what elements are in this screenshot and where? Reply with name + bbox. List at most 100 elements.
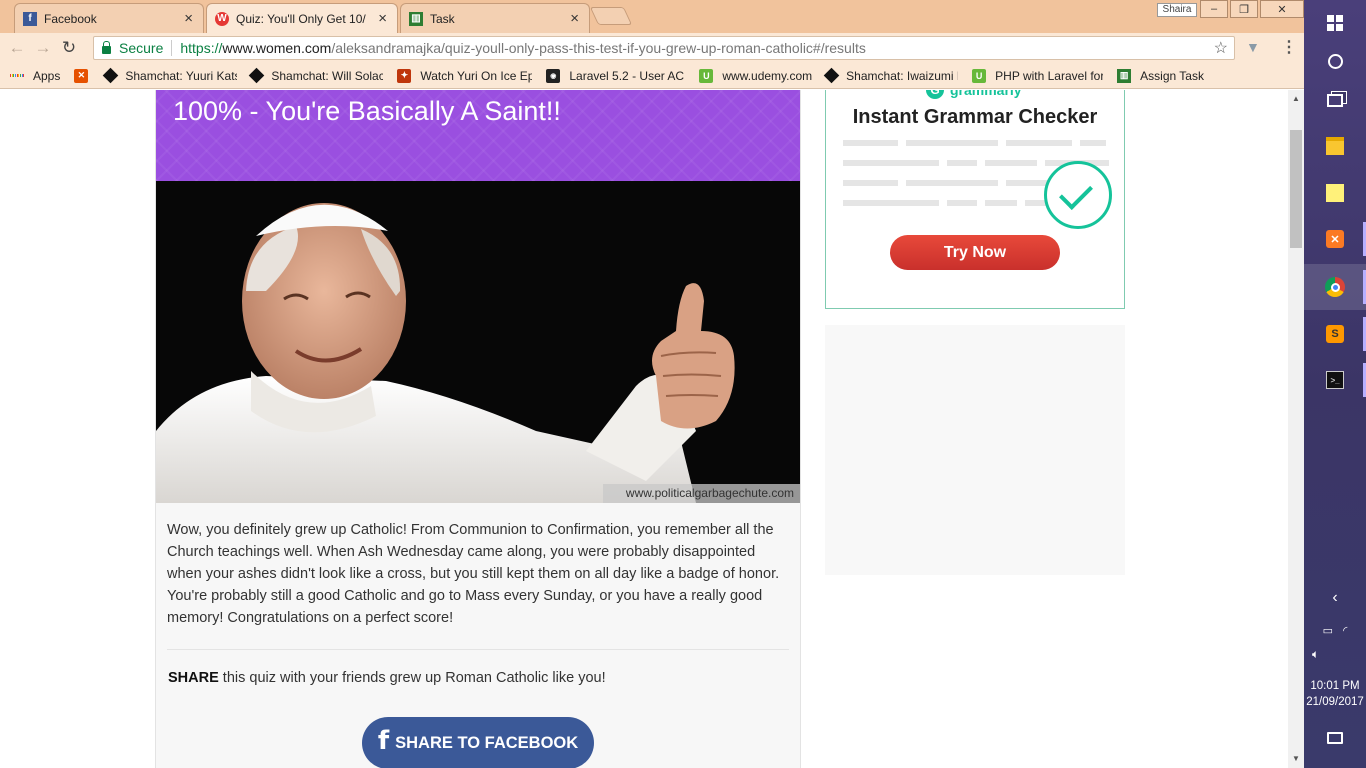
scroll-thumb[interactable] — [1290, 130, 1302, 248]
shamchat-icon — [823, 67, 840, 84]
forward-button[interactable]: → — [30, 35, 56, 61]
scroll-down-icon[interactable]: ▼ — [1288, 752, 1304, 766]
grammarly-logo: G grammarly — [926, 90, 1022, 99]
result-header: 100% - You're Basically A Saint!! — [156, 90, 800, 181]
task-icon: ▥ — [1117, 68, 1132, 83]
sticky-notes-icon[interactable] — [1304, 170, 1366, 216]
command-prompt-icon[interactable]: >_ — [1304, 357, 1366, 403]
clock-date: 21/09/2017 — [1306, 696, 1364, 708]
clock-time: 10:01 PM — [1310, 680, 1360, 692]
bookmark-yuri-on-ice[interactable]: ✦ Watch Yuri On Ice Ep — [397, 68, 533, 83]
reload-button[interactable]: ↻ — [56, 35, 82, 61]
xampp-icon[interactable]: ✕ — [1304, 216, 1366, 262]
file-explorer-icon[interactable] — [1304, 123, 1366, 169]
chrome-icon[interactable] — [1304, 264, 1366, 310]
tab-title: Task — [430, 11, 455, 26]
bookmark-label: Assign Task — [1140, 68, 1204, 83]
share-button-label: SHARE TO FACEBOOK — [395, 733, 579, 752]
action-center-icon[interactable] — [1304, 716, 1366, 760]
bookmark-label: Shamchat: Yuuri Kats — [125, 68, 238, 83]
apps-grid-icon — [9, 69, 25, 83]
tab-title: Facebook — [44, 11, 97, 26]
url-path: /aleksandramajka/quiz-youll-only-pass-th… — [331, 40, 866, 56]
facebook-icon: f — [377, 726, 390, 756]
ad-placeholder — [825, 325, 1125, 575]
task-icon: ▥ — [409, 11, 423, 26]
back-button[interactable]: ← — [4, 35, 30, 61]
bookmark-shamchat-3[interactable]: Shamchat: Iwaizumi H — [823, 67, 959, 84]
facebook-icon: f — [23, 11, 37, 26]
bookmark-shamchat-2[interactable]: Shamchat: Will Solac — [249, 67, 384, 84]
bookmark-shamchat-yuuri[interactable]: ✕ — [74, 68, 97, 83]
grammarly-icon: G — [926, 90, 944, 99]
flame-icon: ✦ — [397, 68, 412, 83]
bookmark-laravel[interactable]: ◉ Laravel 5.2 - User AC — [546, 68, 685, 83]
tab-task[interactable]: ▥ Task × — [400, 3, 590, 33]
separator — [171, 40, 173, 56]
ad-title: Instant Grammar Checker — [852, 106, 1098, 128]
bookmark-udemy[interactable]: U www.udemy.com — [699, 68, 813, 83]
windows-taskbar: ✕ S >_ ‹ ▭ ◜ 🔈︎ 10:01 PM 21/09/2017 — [1304, 0, 1366, 768]
browser-toolbar: ← → ↻ Secure https://www.women.com/aleks… — [0, 33, 1304, 63]
secure-label: Secure — [119, 40, 164, 56]
bookmark-shamchat-1[interactable]: Shamchat: Yuuri Kats — [103, 67, 238, 84]
maximize-button[interactable]: ❐ — [1230, 0, 1258, 18]
pope-thumbs-up-image — [156, 181, 800, 503]
extension-icon[interactable]: ▼ — [1246, 40, 1260, 54]
minimize-button[interactable]: – — [1200, 0, 1228, 18]
profile-chip[interactable]: Shaira — [1157, 3, 1197, 17]
new-tab-button[interactable] — [589, 7, 633, 25]
result-description: Wow, you definitely grew up Catholic! Fr… — [167, 522, 780, 626]
share-prompt: SHARE this quiz with your friends grew u… — [156, 650, 800, 686]
grammarly-ad[interactable]: G grammarly Instant Grammar Checker Try … — [825, 90, 1125, 309]
bookmark-assign-task[interactable]: ▥ Assign Task — [1117, 68, 1204, 83]
page-scrollbar[interactable]: ▲ ▼ — [1288, 90, 1304, 768]
battery-icon: ▭ — [1322, 624, 1334, 637]
address-bar[interactable]: Secure https://www.women.com/aleksandram… — [93, 36, 1235, 60]
udemy-icon: U — [699, 68, 714, 83]
shamchat-icon — [103, 67, 119, 84]
url-host: www.women.com — [222, 40, 332, 56]
share-to-facebook-button[interactable]: f SHARE TO FACEBOOK — [362, 717, 594, 768]
bookmark-label: www.udemy.com — [722, 68, 813, 83]
battery-wifi-icons[interactable]: ▭ ◜ — [1304, 618, 1366, 642]
task-view-icon[interactable] — [1304, 77, 1366, 123]
security-indicator[interactable]: Secure — [102, 40, 163, 56]
close-tab-icon[interactable]: × — [378, 10, 387, 27]
tab-title: Quiz: You'll Only Get 10/ — [236, 11, 366, 26]
close-window-button[interactable]: ✕ — [1260, 0, 1304, 18]
women-com-icon: W — [215, 11, 229, 26]
share-bold-label: SHARE — [168, 670, 219, 686]
share-text: this quiz with your friends grew up Roma… — [218, 670, 606, 686]
page-viewport: 100% - You're Basically A Saint!! www.po… — [0, 90, 1288, 768]
bookmark-apps[interactable]: Apps — [9, 68, 61, 83]
sublime-text-icon[interactable]: S — [1304, 311, 1366, 357]
try-now-button[interactable]: Try Now — [890, 235, 1060, 270]
lock-icon — [102, 41, 111, 54]
bookmark-php-laravel[interactable]: U PHP with Laravel for — [972, 68, 1103, 83]
laravel-icon: ◉ — [546, 68, 561, 83]
ad-brand: grammarly — [950, 90, 1022, 98]
tab-quiz[interactable]: W Quiz: You'll Only Get 10/ × — [206, 3, 398, 33]
volume-icon[interactable]: 🔈︎ — [1304, 642, 1366, 666]
system-clock[interactable]: 10:01 PM 21/09/2017 — [1304, 678, 1366, 710]
browser-menu-icon[interactable]: ⋮ — [1281, 37, 1297, 57]
udemy-icon: U — [972, 68, 987, 83]
tab-strip: f Facebook × W Quiz: You'll Only Get 10/… — [0, 0, 1304, 33]
bookmark-label: Shamchat: Will Solac — [271, 68, 384, 83]
bookmark-label: Laravel 5.2 - User AC — [569, 68, 685, 83]
bookmark-label: Watch Yuri On Ice Ep — [420, 68, 533, 83]
bookmark-star-icon[interactable]: ☆ — [1214, 38, 1228, 58]
show-hidden-icons-icon[interactable]: ‹ — [1304, 583, 1366, 613]
wifi-icon: ◜ — [1343, 624, 1348, 637]
bookmark-label: Apps — [33, 68, 61, 83]
photo-credit[interactable]: www.politicalgarbagechute.com — [603, 484, 800, 503]
close-tab-icon[interactable]: × — [184, 10, 193, 27]
tab-facebook[interactable]: f Facebook × — [14, 3, 204, 33]
bookmark-label: Shamchat: Iwaizumi H — [846, 68, 959, 83]
scroll-up-icon[interactable]: ▲ — [1288, 92, 1304, 106]
close-tab-icon[interactable]: × — [570, 10, 579, 27]
result-image: www.politicalgarbagechute.com — [156, 181, 800, 503]
check-circle-icon — [1044, 161, 1112, 229]
window-controls: – ❐ ✕ — [1198, 0, 1304, 20]
